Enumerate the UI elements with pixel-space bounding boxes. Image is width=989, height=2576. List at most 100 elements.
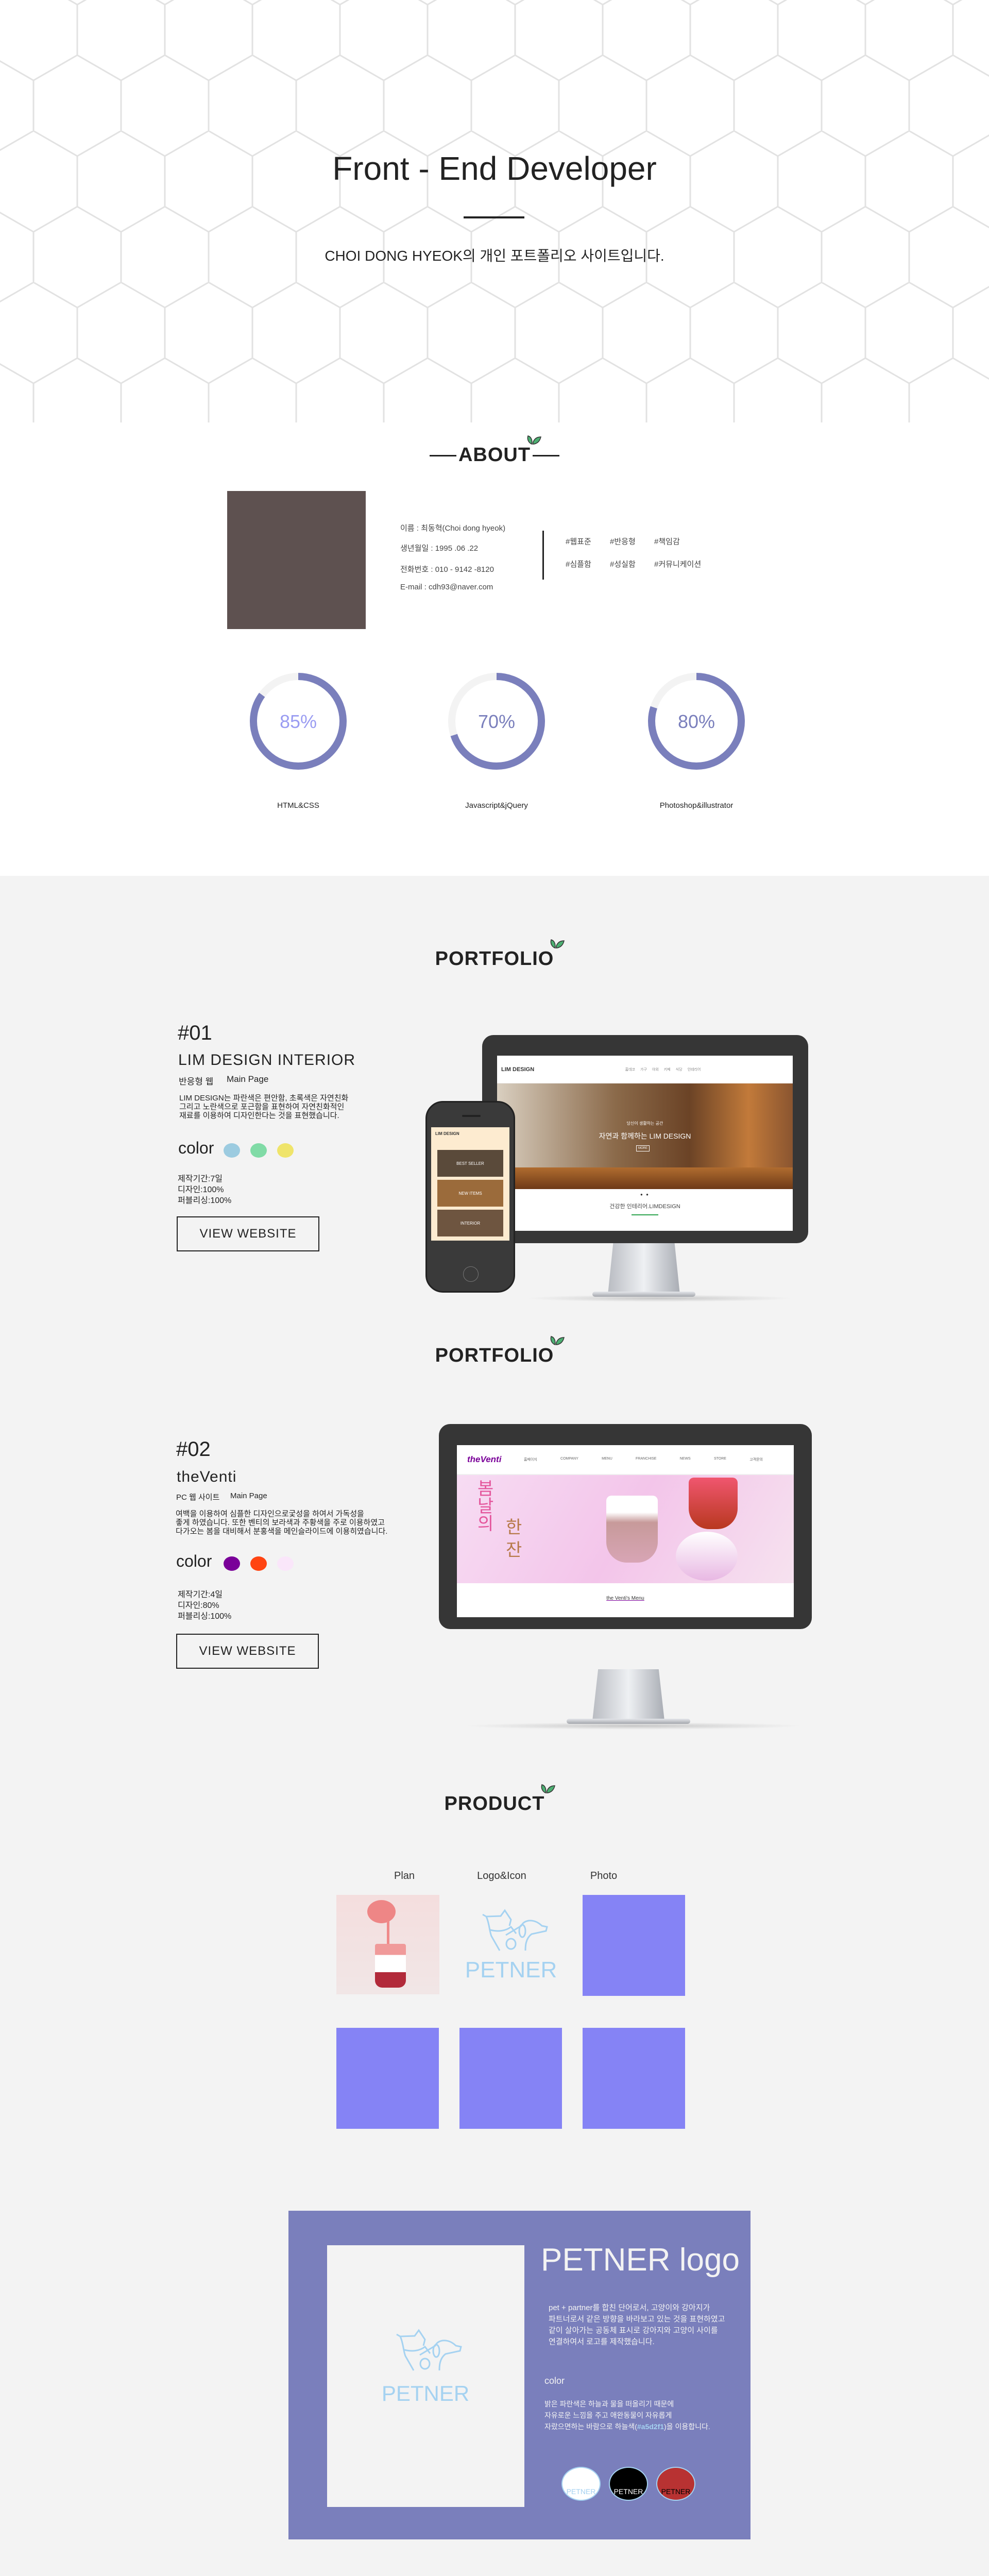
- hexagon-pattern-background: [0, 0, 989, 422]
- mobile-logo: LIM DESIGN: [435, 1131, 459, 1136]
- skill-label: Javascript&jQuery: [465, 801, 528, 810]
- mock-logo: LIM DESIGN: [501, 1066, 535, 1073]
- mock-nav-item: COMPANY: [560, 1457, 578, 1461]
- color-label: color: [176, 1552, 212, 1570]
- portfolio-heading-text: PORTFOLIO: [435, 948, 554, 970]
- petner-logo-icon: PETNER: [465, 1909, 557, 1982]
- hero-divider: [464, 216, 524, 218]
- portfolio-heading: PORTFOLIO: [0, 939, 989, 970]
- phone-home-button: [463, 1266, 479, 1282]
- mock-hero-big: 자연과 함께하는 LIM DESIGN: [599, 1132, 691, 1140]
- skill-donut-html-css: 85%: [247, 670, 350, 775]
- project-number: #01: [178, 1022, 212, 1044]
- petner-badge-white: PETNER: [561, 2467, 601, 2501]
- project-description: LIM DESIGN는 파란색은 편안함, 초록색은 자연친화 그리고 노란색으…: [179, 1094, 437, 1120]
- hero-section: Front - End Developer CHOI DONG HYEOK의 개…: [0, 0, 989, 422]
- skill-donut-photoshop-illustrator: 80%: [645, 670, 748, 775]
- color-text-line: 밝은 파란색은 하늘과 물을 떠올리기 때문에: [544, 2400, 674, 2408]
- mobile-card: INTERIOR: [437, 1210, 503, 1236]
- mock-nav-item: 홈데코: [625, 1067, 635, 1072]
- product-tab-logo-icon[interactable]: Logo&Icon: [450, 1870, 553, 1882]
- skill-donut-javascript-jquery: 70%: [445, 670, 548, 775]
- stat-design: 디자인:100%: [178, 1185, 224, 1194]
- product-heading: PRODUCT: [0, 1784, 989, 1815]
- project-type: 반응형 웹: [179, 1077, 214, 1087]
- mobile-screenshot[interactable]: LIM DESIGN BEST SELLER NEW ITEMS INTERIO…: [431, 1127, 509, 1241]
- stat-duration: 제작기간:4일: [178, 1590, 223, 1599]
- product-tile[interactable]: [583, 2028, 685, 2129]
- mock-more-button: MORE: [636, 1145, 650, 1151]
- mock-nav-item: NEWS: [679, 1457, 691, 1461]
- mock-hero-small: 당신이 생활하는 공간: [626, 1121, 663, 1126]
- mock-nav-item: 홈페이지: [524, 1458, 537, 1462]
- tag: #커뮤니케이션: [654, 560, 702, 569]
- view-website-button[interactable]: VIEW WEBSITE: [176, 1634, 319, 1669]
- mock-nav-item: 인테리어: [687, 1067, 701, 1072]
- project-page: Main Page: [227, 1074, 269, 1084]
- svg-text:PETNER: PETNER: [465, 1957, 557, 1982]
- product-plan-image[interactable]: [336, 1895, 439, 1994]
- monitor-theventi: theVenti 홈페이지 COMPANY MENU FRANCHISE NEWS STO…: [439, 1424, 812, 1629]
- description-line: 같이 살아가는 공동체 표시로 강아지와 고양이 사이를: [549, 2326, 718, 2335]
- description-line: 재료를 이용하여 디자인한다는 것을 표현했습니다.: [179, 1111, 339, 1120]
- phone-lim-design: LIM DESIGN BEST SELLER NEW ITEMS INTERIO…: [425, 1101, 515, 1293]
- tag: #심플함: [566, 560, 591, 569]
- mock-logo: theVenti: [467, 1454, 502, 1464]
- description-line: 여백을 이용하여 심플한 디자인으로궃성을 하여서 가독성을: [176, 1510, 364, 1518]
- color-swatch: [250, 1556, 267, 1571]
- product-logo-image[interactable]: PETNER: [459, 1895, 562, 1994]
- petner-title: PETNER logo: [541, 2242, 740, 2278]
- mock-nav-item: FRANCHISE: [636, 1457, 657, 1461]
- color-swatch: [277, 1143, 294, 1158]
- product-heading-text: PRODUCT: [444, 1793, 545, 1815]
- theventi-screenshot[interactable]: theVenti 홈페이지 COMPANY MENU FRANCHISE NEWS STO…: [457, 1445, 794, 1617]
- mock-nav-item: STORE: [713, 1457, 726, 1461]
- description-line: 다가오는 봄을 대비해서 분홍색을 메인슬라이드에 이용히였습니다.: [176, 1527, 388, 1536]
- hex-highlight: #a5d2f1: [637, 2422, 664, 2431]
- mock-nav: 홈데코 가구 야외 키페 식당 인테리어: [537, 1067, 789, 1072]
- leaf-icon: [550, 939, 565, 949]
- skill-progress-ring: 85%: [250, 673, 347, 770]
- monitor-stand: [608, 1239, 680, 1295]
- petner-logo-panel: PETNER PETNER logo pet + partner를 합친 단어로…: [288, 2211, 751, 2539]
- skill-label: Photoshop&illustrator: [659, 801, 734, 810]
- color-swatch: [250, 1143, 267, 1158]
- product-photo-tile[interactable]: [583, 1895, 685, 1996]
- tag: #웹표준: [566, 537, 591, 546]
- heading-dash-left: [429, 455, 456, 457]
- color-swatch: [277, 1556, 294, 1571]
- project-title: theVenti: [177, 1468, 237, 1485]
- tag: #책임감: [654, 537, 680, 546]
- about-divider: [542, 531, 544, 580]
- petner-color-text: 밝은 파란색은 하늘과 물을 떠올리기 때문에 자유로운 느낌을 주고 애완동물…: [544, 2398, 710, 2432]
- info-email: E-mail : cdh93@naver.com: [400, 583, 493, 591]
- petner-badge-red: PETNER: [656, 2467, 695, 2501]
- stat-design: 디자인:80%: [178, 1601, 219, 1610]
- color-swatch: [224, 1556, 240, 1571]
- skill-percent: 80%: [678, 711, 715, 732]
- tag: #반응형: [610, 537, 636, 546]
- mock-slide-text: 한잔: [506, 1518, 522, 1560]
- mock-section-title: 건강한 인테리어.LIMDESIGN: [609, 1204, 680, 1210]
- hero-subtitle: CHOI DONG HYEOK의 개인 포트폴리오 사이트입니다.: [325, 248, 664, 264]
- product-tile[interactable]: [336, 2028, 439, 2129]
- petner-color-heading: color: [544, 2376, 565, 2386]
- info-birthdate: 생년월일 : 1995 .06 .22: [400, 544, 479, 553]
- petner-badge-black: PETNER: [609, 2467, 648, 2501]
- leaf-icon: [550, 1336, 565, 1346]
- profile-photo: [227, 491, 366, 629]
- info-name: 이름 : 최동혁(Choi dong hyeok): [400, 524, 506, 533]
- portfolio-heading: PORTFOLIO: [0, 1336, 989, 1367]
- product-tab-plan[interactable]: Plan: [353, 1870, 456, 1882]
- mobile-card: BEST SELLER: [437, 1150, 503, 1177]
- description-line: LIM DESIGN는 파란색은 편안함, 초록색은 자연친화: [179, 1094, 349, 1103]
- stat-duration: 제작기간:7일: [178, 1175, 223, 1183]
- lim-design-screenshot[interactable]: LIM DESIGN 홈데코 가구 야외 키페 식당 인테리어 당신이 생활하는 공간 자…: [497, 1056, 793, 1231]
- product-tab-photo[interactable]: Photo: [552, 1870, 655, 1882]
- product-tile[interactable]: [459, 2028, 562, 2129]
- mock-nav-item: 가구: [640, 1067, 647, 1072]
- project-stats: 제작기간:7일 디자인:100% 퍼블리싱:100%: [178, 1174, 231, 1206]
- view-website-button[interactable]: VIEW WEBSITE: [177, 1216, 319, 1251]
- description-line: 그리고 노란색으로 포근함을 표현하여 자연친화적인: [179, 1103, 345, 1111]
- description-line: 연결하여서 로고를 제작했습니다.: [549, 2337, 655, 2346]
